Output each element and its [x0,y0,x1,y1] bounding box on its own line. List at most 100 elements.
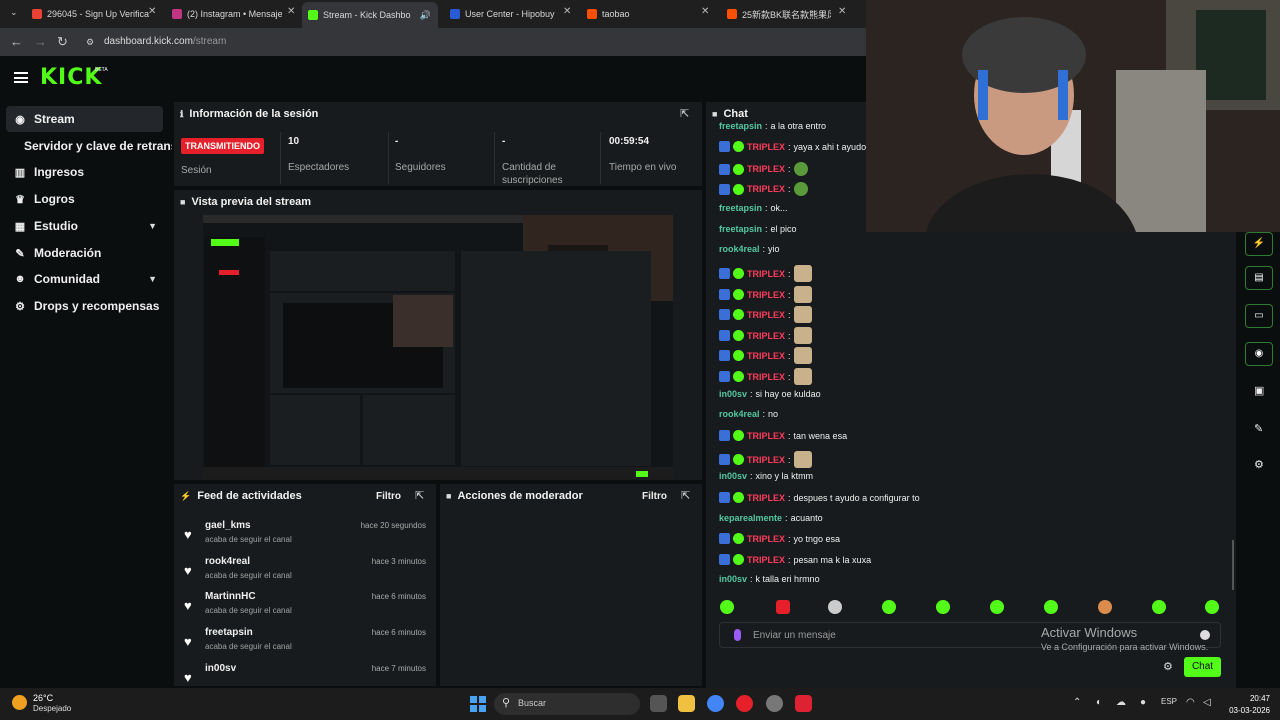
popout-icon[interactable]: ⇱ [415,489,424,502]
close-icon[interactable]: ✕ [148,6,156,17]
chat-username[interactable]: in00sv [719,389,747,399]
chat-scrollbar[interactable] [1232,540,1234,590]
verified-badge-icon[interactable] [733,430,744,441]
weather-temp[interactable]: 26°C [33,693,53,703]
settings-icon[interactable]: ⚙ [1254,458,1264,471]
badge-icon[interactable] [719,350,730,361]
emote-icon[interactable] [1044,600,1058,614]
kick-logo[interactable]: KICK [40,65,102,90]
emote-icon[interactable] [882,600,896,614]
tab-taobao-product[interactable]: 25新款BK联名款熊果风连 [727,4,831,24]
tab-list-chevron-icon[interactable]: ⌄ [10,7,18,18]
task-view-icon[interactable] [650,695,667,712]
chat-username[interactable]: TRIPLEX [747,184,785,194]
badge-icon[interactable] [719,163,730,175]
verified-badge-icon[interactable] [733,492,744,503]
sidebar-item-drops[interactable]: ⚙ Drops y recompensas [6,293,163,319]
badge-icon[interactable] [719,554,730,565]
broadcast-action-button[interactable]: ◉ [1245,342,1273,366]
chat-username[interactable]: TRIPLEX [747,269,785,279]
chat-username[interactable]: TRIPLEX [747,310,785,320]
chat-username[interactable]: TRIPLEX [747,351,785,361]
chevron-down-icon[interactable]: ▼ [148,221,157,231]
feed-user[interactable]: rook4real [205,556,250,567]
feed-user[interactable]: freetapsin [205,627,253,638]
chat-username[interactable]: TRIPLEX [747,142,785,152]
wrench-icon[interactable]: ✎ [1254,422,1263,435]
sidebar-item-server-key[interactable]: Servidor y clave de retransm [16,133,172,159]
emote-icon[interactable] [1152,600,1166,614]
emote-icon[interactable] [990,600,1004,614]
verified-badge-icon[interactable] [733,371,744,382]
badge-icon[interactable] [719,183,730,195]
chat-username[interactable]: in00sv [719,471,747,481]
close-icon[interactable]: ✕ [838,6,846,17]
chat-username[interactable]: TRIPLEX [747,555,785,565]
emote-icon[interactable] [776,600,790,614]
chat-username[interactable]: TRIPLEX [747,290,785,300]
weather-icon[interactable] [12,695,27,710]
verified-badge-icon[interactable] [733,289,744,300]
feed-user[interactable]: gael_kms [205,520,251,531]
tray-icon[interactable]: ☁ [1116,697,1126,708]
tray-icon[interactable]: ◐ [1096,697,1102,708]
monitor-icon[interactable]: ▣ [1254,384,1264,397]
url-field[interactable]: ⚙ dashboard.kick.com/stream [80,33,860,51]
audio-icon[interactable]: 🔊 [420,10,431,21]
microphone-icon[interactable]: ● [1140,697,1146,708]
site-info-icon[interactable]: ⚙ [86,33,94,51]
language-indicator[interactable]: ESP [1161,697,1177,706]
chat-username[interactable]: in00sv [719,574,747,584]
sidebar-item-comunidad[interactable]: ☻ Comunidad ▼ [6,266,163,292]
chat-username[interactable]: rook4real [719,244,760,254]
verified-badge-icon[interactable] [733,454,744,465]
close-icon[interactable]: ✕ [701,6,709,17]
emote-icon[interactable] [828,600,842,614]
chat-username[interactable]: TRIPLEX [747,431,785,441]
verified-badge-icon[interactable] [733,554,744,565]
badge-icon[interactable] [719,492,730,503]
badge-icon[interactable] [719,289,730,300]
badge-icon[interactable] [719,371,730,382]
badge-icon[interactable] [719,533,730,544]
reload-icon[interactable]: ↻ [57,34,68,50]
sidebar-item-stream[interactable]: ◉ Stream [6,106,163,132]
emote-icon[interactable] [720,600,734,614]
chat-username[interactable]: keparealmente [719,513,782,523]
stream-preview-video[interactable] [203,215,673,479]
app-icon[interactable] [795,695,812,712]
verified-badge-icon[interactable] [733,268,744,279]
emote-icon[interactable] [936,600,950,614]
gear-icon[interactable]: ⚙ [1163,660,1173,673]
chat-username[interactable]: freetapsin [719,121,762,131]
system-clock[interactable]: 20:47 03-03-2026 [1222,693,1270,717]
tab-gmail[interactable]: 296045 - Sign Up Verifica [32,4,152,24]
filter-button[interactable]: Filtro [642,491,667,502]
verified-badge-icon[interactable] [733,330,744,341]
popout-icon[interactable]: ⇱ [681,489,690,502]
chat-username[interactable]: freetapsin [719,203,762,213]
tab-taobao[interactable]: taobao [587,4,687,24]
wifi-icon[interactable]: ◠ [1186,697,1195,708]
tab-instagram[interactable]: (2) Instagram • Mensajes [172,4,282,24]
forward-icon[interactable]: → [34,34,47,49]
chat-username[interactable]: freetapsin [719,224,762,234]
taskbar-search[interactable]: ⚲ Buscar [494,693,640,715]
sidebar-item-estudio[interactable]: ▦ Estudio ▼ [6,213,163,239]
chat-username[interactable]: TRIPLEX [747,493,785,503]
emote-icon[interactable] [1205,600,1219,614]
obs-icon[interactable] [736,695,753,712]
sidebar-item-ingresos[interactable]: ▥ Ingresos [6,159,163,185]
badge-icon[interactable] [719,330,730,341]
chat-username[interactable]: TRIPLEX [747,164,785,174]
send-chat-button[interactable]: Chat [1184,657,1221,677]
tab-hipobuy[interactable]: User Center - Hipobuy [450,4,555,24]
badge-icon[interactable] [719,309,730,320]
chat-action-button[interactable]: ▭ [1245,304,1273,328]
chat-username[interactable]: rook4real [719,409,760,419]
badge-icon[interactable] [719,454,730,465]
sidebar-item-moderacion[interactable]: ✎ Moderación [6,240,163,266]
close-icon[interactable]: ✕ [563,6,571,17]
verified-badge-icon[interactable] [733,163,744,175]
notes-action-button[interactable]: ▤ [1245,266,1273,290]
